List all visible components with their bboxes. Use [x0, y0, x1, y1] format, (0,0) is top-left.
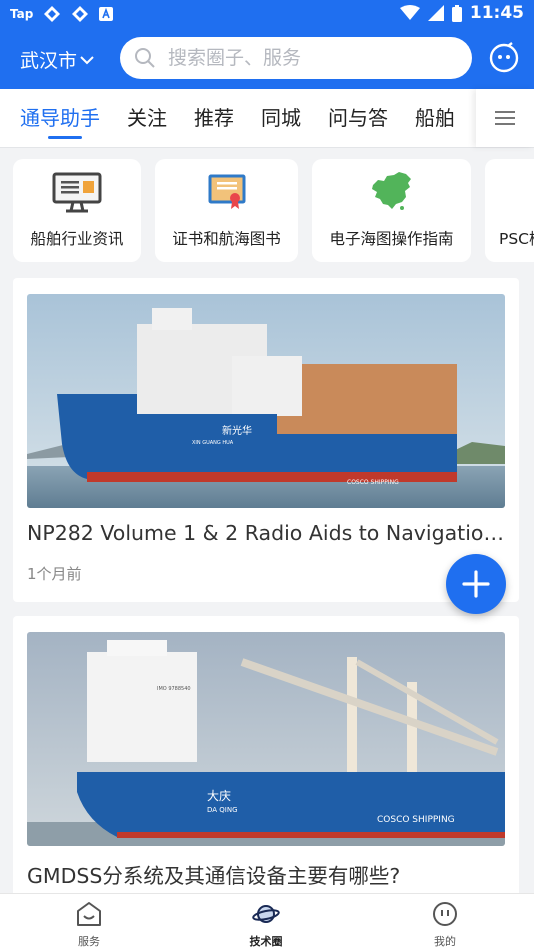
bottom-navigation: 服务 技术圈 我的: [0, 893, 534, 951]
category-label: 船舶行业资讯: [30, 230, 124, 248]
a-icon: [99, 7, 114, 21]
category-psc-inspection[interactable]: PSC检查: [485, 159, 534, 262]
chevron-down-icon: [80, 55, 94, 64]
tab-local[interactable]: 同城: [261, 89, 301, 147]
plus-icon: [462, 570, 490, 598]
nav-label: 我的: [434, 935, 456, 948]
nav-tech-circle[interactable]: 技术圈: [206, 901, 326, 949]
tab-following[interactable]: 关注: [127, 89, 167, 147]
create-post-button[interactable]: [446, 554, 506, 614]
nav-mine[interactable]: 我的: [385, 901, 505, 949]
search-input[interactable]: [166, 46, 460, 70]
ship-photo-xin-guang-hua: 新光华 XIN GUANG HUA COSCO SHIPPING: [27, 294, 505, 508]
nav-label: 技术圈: [249, 935, 283, 948]
city-label: 武汉市: [20, 50, 78, 72]
tap-badge: Tap: [10, 7, 34, 21]
post-card[interactable]: 新光华 XIN GUANG HUA COSCO SHIPPING NP282 V…: [13, 278, 519, 602]
post-title: NP282 Volume 1 & 2 Radio Aids to Navigat…: [27, 521, 505, 545]
hull-brand: COSCO SHIPPING: [347, 479, 399, 486]
category-shortcuts: 船舶行业资讯 证书和航海图书 电子海图操作指南 PSC检查: [0, 148, 534, 272]
city-selector[interactable]: 武汉市: [20, 46, 95, 73]
planet-icon: [252, 905, 280, 923]
tab-navigation-assistant[interactable]: 通导助手: [20, 89, 100, 147]
china-map-icon: [371, 172, 411, 210]
sync-icon: [44, 6, 61, 22]
tab-qa[interactable]: 问与答: [328, 89, 388, 147]
ship-name-roman: XIN GUANG HUA: [192, 440, 234, 446]
status-bar: Tap 11:45: [0, 0, 534, 28]
tab-ships[interactable]: 船舶: [415, 89, 455, 147]
post-time: 1个月前: [27, 565, 82, 583]
post-card[interactable]: 大庆 DA QING COSCO SHIPPING IMO 9788540 GM…: [13, 616, 519, 916]
robot-assistant-icon[interactable]: [488, 42, 520, 74]
hamburger-menu-icon: [495, 111, 515, 125]
imo-number: IMO 9788540: [157, 686, 191, 692]
profile-face-icon: [433, 902, 457, 926]
tab-menu-button[interactable]: [476, 89, 534, 147]
post-image: 大庆 DA QING COSCO SHIPPING IMO 9788540: [27, 632, 505, 846]
clock-time: 11:45: [469, 3, 524, 23]
psc-icon: [530, 171, 534, 211]
sync-icon: [72, 6, 89, 22]
certificate-icon: [208, 174, 245, 209]
category-label: 证书和航海图书: [172, 230, 281, 248]
nav-service[interactable]: 服务: [29, 901, 149, 949]
ship-name-chinese: 新光华: [222, 424, 252, 437]
battery-icon: [451, 4, 462, 22]
hull-brand: COSCO SHIPPING: [377, 815, 455, 825]
category-industry-news[interactable]: 船舶行业资讯: [13, 159, 141, 262]
search-icon: [135, 48, 155, 68]
tab-recommended[interactable]: 推荐: [194, 89, 234, 147]
ship-name-chinese: 大庆: [207, 789, 231, 803]
search-bar[interactable]: [120, 37, 472, 79]
wifi-icon: [399, 5, 420, 20]
ship-name-roman: DA QING: [207, 806, 238, 814]
post-image: 新光华 XIN GUANG HUA COSCO SHIPPING: [27, 294, 505, 508]
category-ecdis-guide[interactable]: 电子海图操作指南: [312, 159, 471, 262]
ship-photo-da-qing: 大庆 DA QING COSCO SHIPPING IMO 9788540: [27, 632, 505, 846]
top-bar: 武汉市: [0, 28, 534, 89]
signal-icon: [427, 5, 444, 21]
category-certificates-books[interactable]: 证书和航海图书: [155, 159, 298, 262]
service-smile-icon: [77, 902, 101, 926]
tab-fade: [460, 89, 476, 147]
category-label: PSC检查: [499, 230, 534, 248]
monitor-icon: [52, 172, 102, 213]
nav-label: 服务: [78, 935, 100, 948]
category-label: 电子海图操作指南: [329, 230, 454, 248]
channel-tabs: 通导助手 关注 推荐 同城 问与答 船舶: [0, 89, 534, 148]
post-title: GMDSS分系统及其通信设备主要有哪些?: [27, 864, 401, 888]
